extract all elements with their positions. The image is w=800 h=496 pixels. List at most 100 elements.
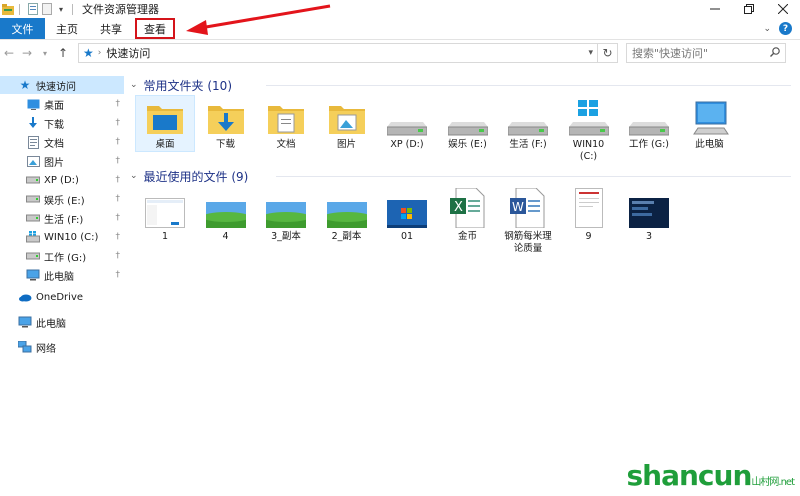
- nav-onedrive[interactable]: OneDrive: [0, 288, 124, 306]
- document-folder-icon: [264, 96, 308, 136]
- sidebar-item[interactable]: XP (D:) †: [0, 171, 124, 189]
- back-button[interactable]: ←: [0, 44, 18, 62]
- pin-icon[interactable]: †: [116, 118, 121, 128]
- window-title: 文件资源管理器: [82, 3, 159, 16]
- expand-ribbon-icon[interactable]: ⌄: [763, 24, 771, 34]
- pin-icon[interactable]: †: [116, 99, 121, 109]
- sidebar-item[interactable]: 工作 (G:) †: [0, 247, 124, 265]
- computer-icon: [18, 315, 32, 329]
- sidebar-item[interactable]: 生活 (F:) †: [0, 209, 124, 227]
- drive-icon: [26, 192, 40, 206]
- sidebar-item[interactable]: 此电脑 †: [0, 266, 124, 284]
- file-item[interactable]: 01: [378, 188, 436, 243]
- folder-item[interactable]: 此电脑: [681, 96, 739, 151]
- folder-item-label: WIN10 (C:): [572, 139, 605, 162]
- address-path[interactable]: 快速访问: [106, 45, 150, 61]
- desktop-icon: [26, 97, 40, 111]
- minimize-button[interactable]: [698, 0, 732, 18]
- close-button[interactable]: [766, 0, 800, 18]
- section-divider: [276, 176, 791, 177]
- section-title: 常用文件夹 (10): [143, 78, 232, 93]
- windows-drive-icon: [567, 96, 611, 136]
- file-item[interactable]: 2_副本: [318, 188, 376, 243]
- sidebar-item-label: 桌面: [44, 100, 64, 112]
- address-bar[interactable]: ★ › 快速访问 ▾: [78, 43, 598, 63]
- folder-item[interactable]: 生活 (F:): [499, 96, 557, 151]
- pin-icon[interactable]: †: [116, 137, 121, 147]
- download-icon: [26, 116, 40, 130]
- drive-icon: [26, 211, 40, 225]
- section-frequent-folders[interactable]: ⌄ 常用文件夹 (10): [130, 76, 232, 94]
- folder-item[interactable]: XP (D:): [378, 96, 436, 151]
- chevron-down-icon[interactable]: ⌄: [130, 171, 138, 181]
- restore-button[interactable]: [732, 0, 766, 18]
- file-item-label: 01: [400, 231, 414, 242]
- file-item-label: 2_副本: [331, 231, 362, 242]
- pin-icon[interactable]: †: [116, 156, 121, 166]
- properties-icon[interactable]: [27, 3, 39, 15]
- recent-locations-button[interactable]: ▾: [36, 44, 54, 62]
- sidebar-item-label: 娱乐 (E:): [44, 195, 85, 207]
- help-icon[interactable]: ?: [779, 22, 792, 35]
- folder-item-label: 生活 (F:): [509, 139, 547, 150]
- tab-share[interactable]: 共享: [89, 18, 133, 39]
- folder-item[interactable]: 文档: [257, 96, 315, 151]
- folder-item[interactable]: 工作 (G:): [620, 96, 678, 151]
- search-box[interactable]: 搜索"快速访问": [626, 43, 786, 63]
- dark-thumb-icon: [627, 188, 671, 228]
- landscape-thumb-icon: [264, 188, 308, 228]
- section-recent-files[interactable]: ⌄ 最近使用的文件 (9): [130, 167, 248, 185]
- customize-toolbar-icon[interactable]: ▾: [55, 3, 67, 15]
- pin-icon[interactable]: †: [116, 194, 121, 204]
- forward-button[interactable]: →: [18, 44, 36, 62]
- folder-item[interactable]: 下载: [197, 96, 255, 151]
- sidebar-item[interactable]: 桌面 †: [0, 95, 124, 113]
- drive-icon: [385, 96, 429, 136]
- pin-icon[interactable]: †: [116, 251, 121, 261]
- file-item[interactable]: X 金币: [439, 188, 497, 243]
- tab-home[interactable]: 主页: [45, 18, 89, 39]
- pictures-folder-icon: [325, 96, 369, 136]
- file-item-label: 3_副本: [271, 231, 301, 242]
- tab-view[interactable]: 查看: [135, 18, 175, 39]
- folder-item[interactable]: 图片: [318, 96, 376, 151]
- excel-file-icon: X: [446, 188, 490, 228]
- sidebar-item-label: 文档: [44, 138, 64, 150]
- new-folder-icon[interactable]: [41, 3, 53, 15]
- address-row: ← → ▾ ↑ ★ › 快速访问 ▾ ↻ 搜索"快速访问": [0, 42, 800, 64]
- explorer-window: ▾ 文件资源管理器 文件 主页 共享 查看 ⌄ ? ← → ▾ ↑ ★ › 快速…: [0, 0, 800, 496]
- sidebar-item[interactable]: WIN10 (C:) †: [0, 228, 124, 246]
- file-item[interactable]: 3_副本: [257, 188, 315, 243]
- chevron-down-icon[interactable]: ⌄: [130, 80, 138, 90]
- refresh-button[interactable]: ↻: [598, 43, 618, 63]
- folder-item[interactable]: WIN10 (C:): [560, 96, 618, 163]
- star-icon: ★: [19, 78, 31, 92]
- sidebar-item-label: 工作 (G:): [44, 252, 87, 264]
- file-item[interactable]: W 钢筋每米理 论质量: [499, 188, 557, 255]
- nav-network[interactable]: 网络: [0, 338, 124, 356]
- folder-item[interactable]: 桌面: [135, 95, 195, 152]
- file-item[interactable]: 4: [197, 188, 255, 243]
- file-item[interactable]: 1: [136, 188, 194, 243]
- file-item[interactable]: 9: [560, 188, 618, 243]
- folder-item[interactable]: 娱乐 (E:): [439, 96, 497, 151]
- chevron-right-icon[interactable]: ›: [98, 48, 102, 58]
- sidebar-item[interactable]: 文档 †: [0, 133, 124, 151]
- pin-icon[interactable]: †: [116, 270, 121, 280]
- nav-quick-access[interactable]: ★ 快速访问: [0, 76, 124, 94]
- file-item[interactable]: 3: [620, 188, 678, 243]
- ribbon-right-controls: ⌄ ?: [763, 18, 800, 39]
- nav-this-pc[interactable]: 此电脑: [0, 313, 124, 331]
- pin-icon[interactable]: †: [116, 213, 121, 223]
- file-item-label: 4: [222, 231, 229, 242]
- tab-file[interactable]: 文件: [0, 18, 45, 39]
- folder-item-label: 工作 (G:): [629, 139, 669, 150]
- sidebar-item[interactable]: 图片 †: [0, 152, 124, 170]
- screenshot-thumb-icon: [143, 188, 187, 228]
- pin-icon[interactable]: †: [116, 232, 121, 242]
- sidebar-item[interactable]: 下载 †: [0, 114, 124, 132]
- chevron-down-icon[interactable]: ▾: [588, 48, 593, 58]
- sidebar-item[interactable]: 娱乐 (E:) †: [0, 190, 124, 208]
- pin-icon[interactable]: †: [116, 175, 121, 185]
- up-button[interactable]: ↑: [54, 44, 72, 62]
